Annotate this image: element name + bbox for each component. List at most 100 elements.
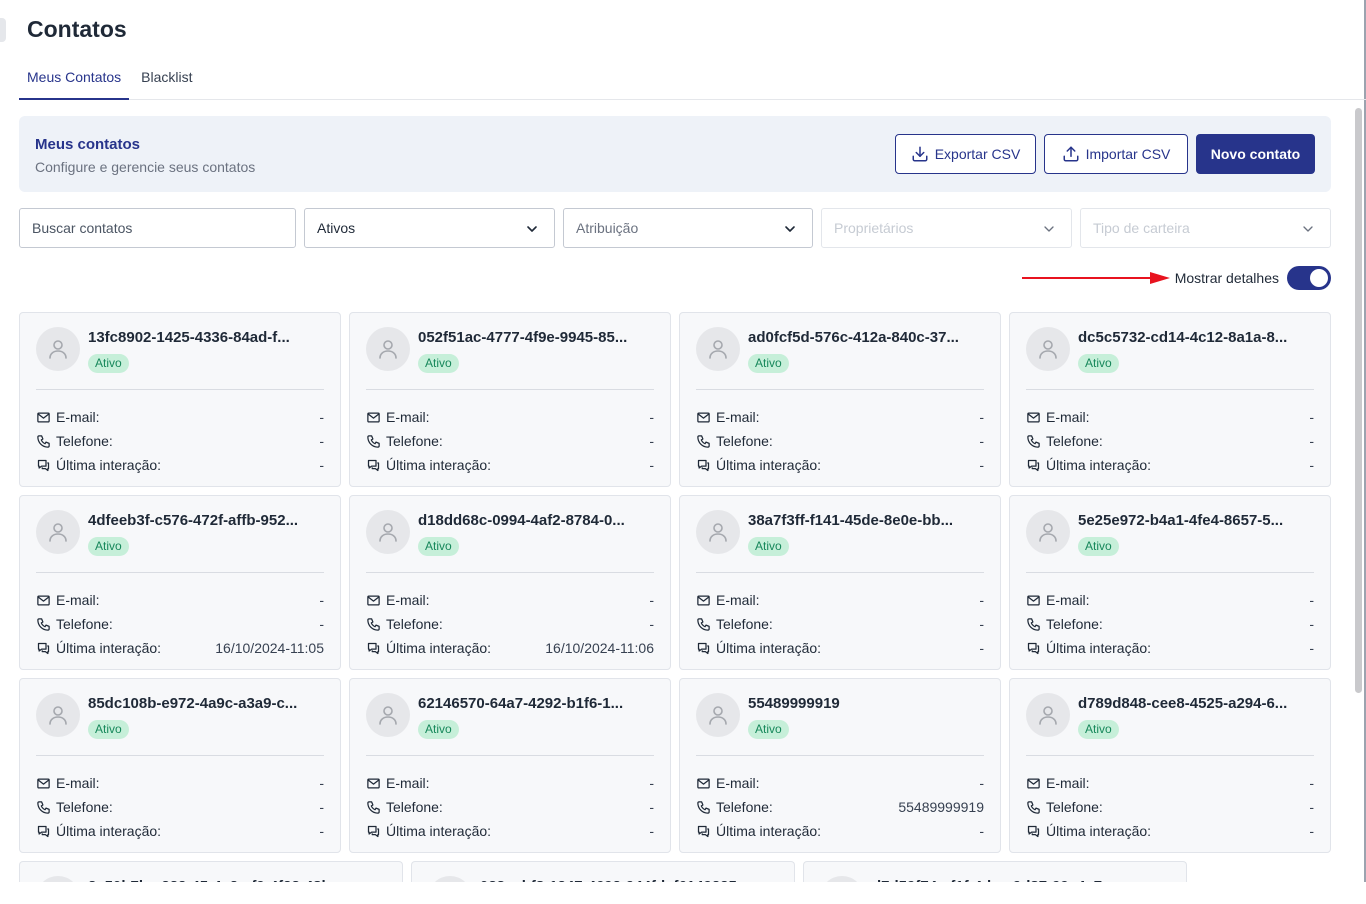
chat-icon (367, 642, 380, 654)
last-interaction-row: Última interação: - (696, 822, 984, 840)
mail-icon (697, 778, 710, 788)
last-interaction-value: - (979, 457, 984, 473)
contact-name[interactable]: dc5c5732-cd14-4c12-8a1a-8... (1078, 329, 1318, 346)
wallet-type-select[interactable]: Tipo de carteira (1080, 208, 1331, 248)
phone-row: Telefone: - (366, 432, 654, 450)
contact-name[interactable]: d789d848-cee8-4525-a294-6... (1078, 695, 1318, 712)
scrollbar[interactable] (1355, 108, 1362, 693)
phone-icon (367, 800, 380, 814)
contact-name[interactable]: 55489999919 (748, 695, 988, 712)
last-interaction-label: Última interação: (56, 457, 162, 473)
phone-icon (1027, 434, 1040, 448)
contact-name[interactable]: 85dc108b-e972-4a9c-a3a9-c... (88, 695, 328, 712)
phone-label: Telefone: (56, 433, 113, 449)
section-title: Meus contatos (35, 136, 141, 153)
email-label: E-mail: (56, 592, 100, 608)
contact-card[interactable]: d789d848-cee8-4525-a294-6... Ativo E-mail:… (1009, 678, 1331, 853)
contact-name[interactable]: 38a7f3ff-f141-45de-8e0e-bb... (748, 512, 988, 529)
contact-card[interactable]: 55489999919 Ativo E-mail: - Telefone: 5548999… (679, 678, 1001, 853)
phone-icon (37, 800, 50, 814)
user-icon (709, 340, 727, 359)
attribution-select[interactable]: Atribuição (563, 208, 813, 248)
contact-name[interactable]: 13fc8902-1425-4336-84ad-f... (88, 329, 328, 346)
contact-card[interactable]: 052f51ac-4777-4f9e-9945-85... Ativo E-mail… (349, 312, 671, 487)
last-interaction-label: Última interação: (386, 640, 492, 656)
contact-name[interactable]: ad0fcf5d-576c-412a-840c-37... (748, 329, 988, 346)
status-select[interactable]: Ativos (304, 208, 555, 248)
last-interaction-value: - (319, 457, 324, 473)
chat-icon (1027, 825, 1040, 837)
phone-row: Telefone: - (366, 798, 654, 816)
phone-value: - (319, 433, 324, 449)
phone-row: Telefone: - (36, 615, 324, 633)
export-csv-button[interactable]: Exportar CSV (895, 134, 1036, 174)
user-icon (379, 523, 397, 542)
contact-card[interactable]: 38a7f3ff-f141-45de-8e0e-bb... Ativo E-mail… (679, 495, 1001, 670)
last-interaction-value: 16/10/2024-11:06 (545, 640, 654, 656)
contact-card[interactable]: 5e25e972-b4a1-4fe4-8657-5... Ativo E-mail:… (1009, 495, 1331, 670)
contact-name[interactable]: 052f51ac-4777-4f9e-9945-85... (418, 329, 658, 346)
last-interaction-row: Última interação: - (1026, 456, 1314, 474)
phone-label: Telefone: (386, 799, 443, 815)
phone-label: Telefone: (716, 799, 773, 815)
email-value: - (979, 409, 984, 425)
last-interaction-label: Última interação: (1046, 823, 1152, 839)
status-badge: Ativo (748, 537, 789, 556)
import-csv-button[interactable]: Importar CSV (1044, 134, 1188, 174)
mail-icon (697, 412, 710, 422)
contact-card[interactable]: 4dfeeb3f-c576-472f-affb-952... Ativo E-mai… (19, 495, 341, 670)
chevron-down-icon (1044, 226, 1054, 232)
phone-icon (1027, 800, 1040, 814)
details-toggle-row: Mostrar detalhes (1175, 266, 1331, 290)
phone-label: Telefone: (1046, 433, 1103, 449)
contact-name[interactable]: 5e25e972-b4a1-4fe4-8657-5... (1078, 512, 1318, 529)
contact-card[interactable]: 85dc108b-e972-4a9c-a3a9-c... Ativo E-mail:… (19, 678, 341, 853)
export-csv-label: Exportar CSV (934, 146, 1021, 162)
email-value: - (649, 409, 654, 425)
phone-icon (697, 800, 710, 814)
last-interaction-value: - (649, 823, 654, 839)
contact-name[interactable]: 4dfeeb3f-c576-472f-affb-952... (88, 512, 328, 529)
contact-name[interactable]: d18dd68c-0994-4af2-8784-0... (418, 512, 658, 529)
divider (1026, 389, 1314, 390)
contact-card[interactable]: 62146570-64a7-4292-b1f6-1... Ativo E-mail:… (349, 678, 671, 853)
page-title: Contatos (27, 16, 127, 42)
viewport-bottom (0, 882, 1366, 904)
phone-value: - (1309, 433, 1314, 449)
avatar (1026, 693, 1070, 737)
sidebar-edge[interactable] (0, 18, 6, 42)
mail-icon (367, 595, 380, 605)
last-interaction-label: Última interação: (56, 823, 162, 839)
email-value: - (979, 592, 984, 608)
contact-card[interactable]: ad0fcf5d-576c-412a-840c-37... Ativo E-mail… (679, 312, 1001, 487)
email-value: - (1309, 775, 1314, 791)
last-interaction-row: Última interação: - (1026, 822, 1314, 840)
search-input[interactable]: Buscar contatos (19, 208, 296, 248)
status-badge: Ativo (1078, 354, 1119, 373)
contact-card[interactable]: 13fc8902-1425-4336-84ad-f... Ativo E-mail:… (19, 312, 341, 487)
email-value: - (1309, 409, 1314, 425)
details-toggle[interactable] (1287, 266, 1331, 290)
email-row: E-mail: - (36, 408, 324, 426)
phone-row: Telefone: 55489999919 (696, 798, 984, 816)
divider (696, 389, 984, 390)
phone-icon (1027, 617, 1040, 631)
tab-meus-contatos[interactable]: Meus Contatos (19, 60, 130, 100)
divider (36, 755, 324, 756)
chevron-down-icon (527, 226, 537, 232)
status-badge: Ativo (1078, 720, 1119, 739)
new-contact-button[interactable]: Novo contato (1196, 134, 1315, 174)
email-row: E-mail: - (1026, 591, 1314, 609)
owners-select[interactable]: Proprietários (821, 208, 1072, 248)
avatar (1026, 510, 1070, 554)
phone-label: Telefone: (56, 616, 113, 632)
email-row: E-mail: - (696, 408, 984, 426)
last-interaction-label: Última interação: (1046, 457, 1152, 473)
chat-icon (1027, 459, 1040, 471)
contact-name[interactable]: 62146570-64a7-4292-b1f6-1... (418, 695, 658, 712)
phone-icon (367, 617, 380, 631)
chat-icon (367, 825, 380, 837)
tab-blacklist[interactable]: Blacklist (133, 60, 200, 100)
contact-card[interactable]: dc5c5732-cd14-4c12-8a1a-8... Ativo E-mail:… (1009, 312, 1331, 487)
contact-card[interactable]: d18dd68c-0994-4af2-8784-0... Ativo E-mail:… (349, 495, 671, 670)
